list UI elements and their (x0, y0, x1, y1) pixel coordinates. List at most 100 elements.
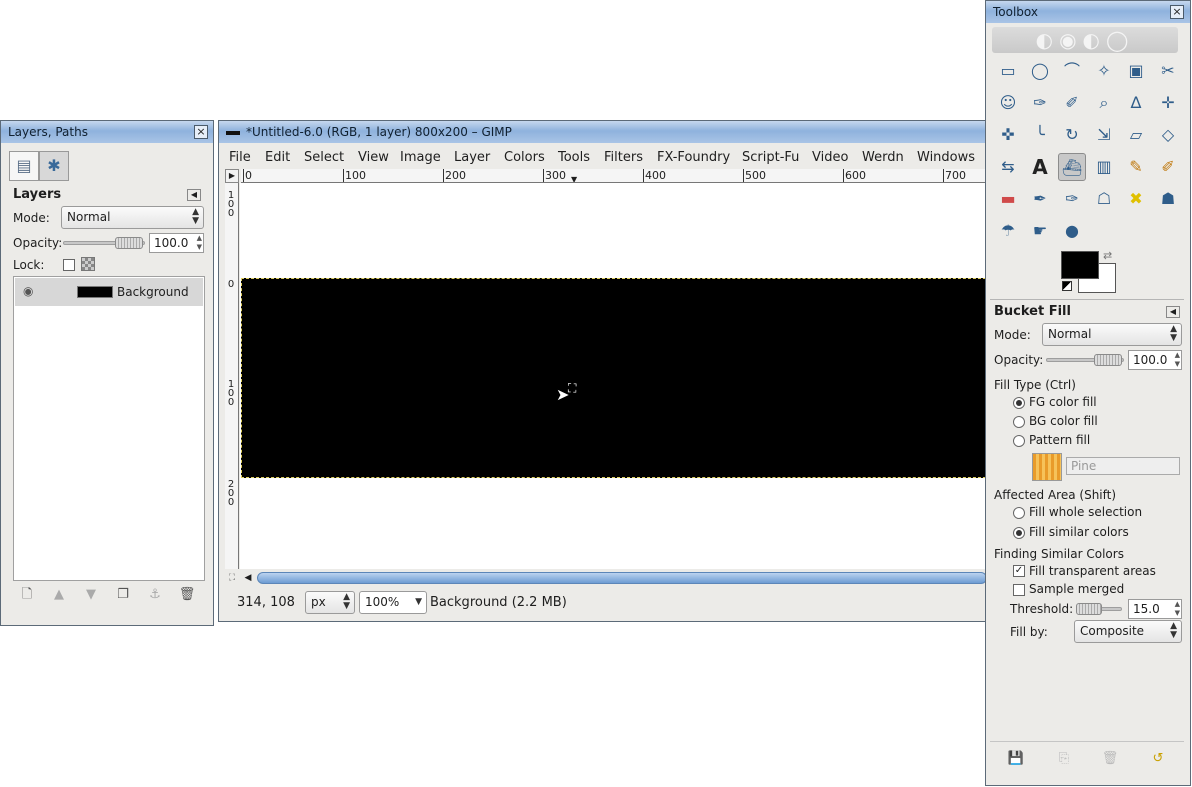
blend-icon[interactable]: ▥ (1090, 153, 1118, 181)
layer-row[interactable]: ◉ Background (15, 278, 203, 306)
horizontal-scrollbar[interactable] (257, 572, 987, 584)
restore-options-icon[interactable]: ⎘ (1052, 747, 1076, 771)
fill-transparent-label[interactable]: Fill transparent areas (1029, 564, 1156, 578)
horizontal-ruler[interactable]: 0 100 200 300 400 500 600 700 ▼ (241, 169, 987, 183)
options-opacity-slider-handle[interactable] (1094, 354, 1122, 366)
pattern-fill-label[interactable]: Pattern fill (1029, 433, 1090, 447)
layer-mode-select[interactable]: Normal ▲ ▼ (61, 206, 204, 229)
scroll-left-icon[interactable]: ◀ (241, 571, 255, 585)
lower-layer-icon[interactable]: ▼ (79, 583, 103, 607)
ink-icon[interactable]: ✑ (1058, 185, 1086, 213)
quick-mask-toggle[interactable]: ▶ (225, 169, 239, 183)
foreground-select-icon[interactable]: ☺ (994, 89, 1022, 117)
menu-script-fu[interactable]: Script-Fu (742, 147, 799, 169)
heal-icon[interactable]: ✖ (1122, 185, 1150, 213)
delete-options-icon[interactable]: 🗑 (1098, 747, 1122, 771)
swap-colors-icon[interactable]: ⇄ (1103, 249, 1112, 262)
zoom-icon[interactable]: ⌕ (1090, 89, 1118, 117)
menu-view[interactable]: View (358, 147, 389, 169)
crop-icon[interactable]: ╰ (1026, 121, 1054, 149)
menu-colors[interactable]: Colors (504, 147, 545, 169)
image-canvas[interactable] (241, 278, 987, 478)
delete-layer-icon[interactable]: 🗑 (175, 583, 199, 607)
menu-file[interactable]: File (229, 147, 251, 169)
zoom-select[interactable]: 100% ▼ (359, 591, 427, 614)
sample-merged-checkbox[interactable] (1013, 584, 1025, 596)
measure-icon[interactable]: ∆ (1122, 89, 1150, 117)
bg-color-fill-label[interactable]: BG color fill (1029, 414, 1098, 428)
wilber-drop-area[interactable]: ◐◉◐◯ (992, 27, 1178, 53)
smudge-icon[interactable]: ☛ (1026, 217, 1054, 245)
foreground-color-swatch[interactable] (1061, 251, 1099, 279)
fill-similar-colors-label[interactable]: Fill similar colors (1029, 525, 1129, 539)
window-menu-icon[interactable] (226, 130, 240, 135)
toolbox-titlebar[interactable]: Toolbox (986, 1, 1190, 23)
perspective-clone-icon[interactable]: ☗ (1154, 185, 1182, 213)
save-options-icon[interactable]: 💾 (1004, 747, 1028, 771)
fg-color-fill-radio[interactable] (1013, 397, 1025, 409)
pattern-fill-radio[interactable] (1013, 435, 1025, 447)
tab-layers[interactable]: ▤ (9, 151, 39, 181)
tab-paths[interactable]: ✱ (39, 151, 69, 181)
fg-color-fill-label[interactable]: FG color fill (1029, 395, 1097, 409)
move-icon[interactable]: ✛ (1154, 89, 1182, 117)
pencil-icon[interactable]: ✎ (1122, 153, 1150, 181)
threshold-spinbox[interactable]: 15.0 ▲ ▼ (1128, 599, 1182, 619)
scissors-icon[interactable]: ✂ (1154, 57, 1182, 85)
perspective-icon[interactable]: ◇ (1154, 121, 1182, 149)
lock-pixels-checkbox[interactable] (63, 259, 75, 271)
raise-layer-icon[interactable]: ▲ (47, 583, 71, 607)
opacity-slider-handle[interactable] (115, 237, 143, 249)
default-colors-icon[interactable] (1062, 281, 1072, 291)
fuzzy-select-icon[interactable]: ✧ (1090, 57, 1118, 85)
rotate-icon[interactable]: ↻ (1058, 121, 1086, 149)
text-icon[interactable]: A (1026, 153, 1054, 181)
fill-whole-selection-radio[interactable] (1013, 507, 1025, 519)
menu-filters[interactable]: Filters (604, 147, 643, 169)
layer-name[interactable]: Background (117, 285, 189, 299)
options-opacity-spinbox[interactable]: 100.0 ▲ ▼ (1128, 350, 1182, 370)
navigate-icon[interactable]: ⛶ (225, 571, 239, 585)
menu-video[interactable]: Video (812, 147, 848, 169)
duplicate-layer-icon[interactable]: ❐ (111, 583, 135, 607)
menu-windows[interactable]: Windows (917, 147, 975, 169)
panel-menu-icon[interactable]: ◀ (187, 189, 201, 201)
scale-icon[interactable]: ⇲ (1090, 121, 1118, 149)
clone-icon[interactable]: ☖ (1090, 185, 1118, 213)
pattern-preview-button[interactable] (1032, 453, 1062, 481)
bg-color-fill-radio[interactable] (1013, 416, 1025, 428)
canvas-area[interactable]: ➤ ⛶ (240, 183, 987, 569)
menu-select[interactable]: Select (304, 147, 344, 169)
options-mode-select[interactable]: Normal ▲ ▼ (1042, 323, 1182, 346)
paintbrush-icon[interactable]: ✐ (1154, 153, 1182, 181)
layer-list[interactable]: ◉ Background (13, 276, 205, 581)
free-select-icon[interactable]: ⌒ (1058, 57, 1086, 85)
reset-options-icon[interactable]: ↺ (1146, 747, 1170, 771)
select-by-color-icon[interactable]: ▣ (1122, 57, 1150, 85)
threshold-slider-handle[interactable] (1076, 603, 1102, 615)
dodge-burn-icon[interactable]: ● (1058, 217, 1086, 245)
menu-edit[interactable]: Edit (265, 147, 290, 169)
opacity-spinbox[interactable]: 100.0 ▲ ▼ (149, 233, 204, 253)
blur-icon[interactable]: ☂ (994, 217, 1022, 245)
flip-icon[interactable]: ⇆ (994, 153, 1022, 181)
eye-icon[interactable]: ◉ (23, 284, 33, 298)
close-icon[interactable]: × (1170, 5, 1184, 19)
new-layer-icon[interactable]: 🗋 (15, 583, 39, 607)
fill-transparent-checkbox[interactable]: ✓ (1013, 565, 1025, 577)
unit-select[interactable]: px ▲ ▼ (305, 591, 355, 614)
menu-tools[interactable]: Tools (558, 147, 590, 169)
vertical-ruler[interactable]: 100 0 100 200 (225, 183, 239, 569)
ellipse-select-icon[interactable]: ◯ (1026, 57, 1054, 85)
bucket-fill-icon[interactable]: ⛴ (1058, 153, 1086, 181)
color-picker-icon[interactable]: ✐ (1058, 89, 1086, 117)
menu-layer[interactable]: Layer (454, 147, 490, 169)
pattern-name-field[interactable]: Pine (1066, 457, 1180, 475)
eraser-icon[interactable]: ▬ (994, 185, 1022, 213)
panel-menu-icon[interactable]: ◀ (1166, 306, 1180, 318)
fill-similar-colors-radio[interactable] (1013, 527, 1025, 539)
rect-select-icon[interactable]: ▭ (994, 57, 1022, 85)
paths-icon[interactable]: ✑ (1026, 89, 1054, 117)
fill-whole-selection-label[interactable]: Fill whole selection (1029, 505, 1142, 519)
fill-by-select[interactable]: Composite ▲ ▼ (1074, 620, 1182, 643)
